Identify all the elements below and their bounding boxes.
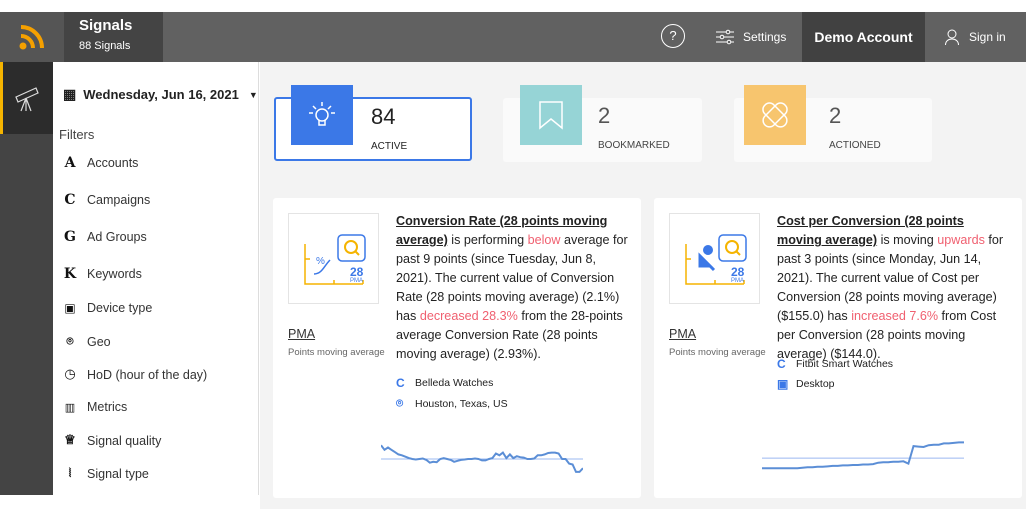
filter-label: Accounts <box>87 156 139 170</box>
svg-text:28: 28 <box>350 265 364 279</box>
campaign-icon: C <box>396 376 405 390</box>
filter-label: Metrics <box>87 400 128 414</box>
stat-actioned[interactable]: 2 Actioned <box>734 85 932 162</box>
app-title: Signals 88 Signals <box>64 12 163 62</box>
bookmarked-label: Bookmarked <box>598 135 670 151</box>
sparkline-series <box>762 441 964 470</box>
keywords-icon: K <box>63 266 77 282</box>
account-button[interactable]: Demo Account <box>802 12 925 62</box>
pma-link[interactable]: PMA <box>669 327 696 341</box>
actioned-label: Actioned <box>829 135 881 151</box>
sparkline-chart <box>762 441 964 470</box>
accounts-icon: A <box>64 155 76 171</box>
signin-button[interactable]: Sign in <box>945 12 1006 62</box>
help-button[interactable]: ? <box>661 24 685 48</box>
rss-icon: ⦚ <box>68 466 72 480</box>
filter-label: Keywords <box>87 267 142 281</box>
filters-heading: Filters <box>59 127 95 142</box>
active-count: 84 <box>371 104 396 129</box>
settings-button[interactable]: Settings <box>716 12 786 62</box>
signal-description: Cost per Conversion (28 points moving av… <box>777 214 1004 361</box>
date-picker[interactable]: ▦ Wednesday, Jun 16, 2021 ▼ <box>63 86 258 103</box>
stat-bookmarked[interactable]: 2 Bookmarked <box>503 85 702 162</box>
filter-device-type[interactable]: ▣ Device type <box>63 301 152 315</box>
title: Signals <box>79 17 133 34</box>
campaigns-icon: C <box>64 192 76 208</box>
lightbulb-icon <box>291 85 353 145</box>
device-icon: ▣ <box>777 377 789 391</box>
nav-rail <box>0 62 53 495</box>
filters-sidebar: ▦ Wednesday, Jun 16, 2021 ▼ Filters A Acc… <box>53 62 259 495</box>
calendar-icon: ▦ <box>63 86 77 102</box>
svg-text:%: % <box>316 256 325 267</box>
ad-groups-icon: G <box>64 229 76 245</box>
filter-label: Device type <box>87 301 153 315</box>
sliders-icon <box>716 29 734 45</box>
svg-text:PMA: PMA <box>731 278 744 284</box>
main-content: 84 Active 2 Bookmarked 2 Actioned % 28 PMA… <box>260 62 1026 509</box>
actioned-count: 2 <box>829 103 842 128</box>
device-tag[interactable]: ▣ Desktop <box>777 377 835 391</box>
filter-label: Signal type <box>87 466 149 481</box>
filter-accounts[interactable]: A Accounts <box>63 155 139 171</box>
pin-icon: ⌾ <box>396 396 404 410</box>
signal-card[interactable]: % 28 PMA PMA Points moving average Convers… <box>273 198 641 498</box>
active-label: Active <box>371 136 408 152</box>
clock-icon: ◷ <box>64 367 76 382</box>
svg-text:PMA: PMA <box>350 278 363 284</box>
filter-campaigns[interactable]: C Campaigns <box>63 192 150 208</box>
filter-label: Geo <box>87 334 111 349</box>
actioned-icon <box>744 85 806 145</box>
rss-logo-icon <box>19 25 44 50</box>
filter-label: Signal quality <box>87 433 162 448</box>
campaign-tag[interactable]: C Fitbit Smart Watches <box>777 357 893 371</box>
signin-label: Sign in <box>969 30 1006 44</box>
device-icon: ▣ <box>64 301 76 315</box>
stat-active[interactable]: 84 Active <box>274 85 472 161</box>
trophy-icon: ♕ <box>64 433 76 448</box>
user-icon <box>945 29 959 45</box>
pma-description: Points moving average <box>288 347 385 358</box>
bookmark-icon <box>520 85 582 145</box>
filter-label: HoD (hour of the day) <box>87 367 208 382</box>
logo[interactable] <box>0 12 64 62</box>
settings-label: Settings <box>743 30 787 44</box>
filter-geo[interactable]: ⌾ Geo <box>63 334 111 349</box>
pma-chart-icon: % 28 PMA <box>288 213 379 304</box>
date-label: Wednesday, Jun 16, 2021 <box>83 87 239 102</box>
pma-description: Points moving average <box>669 347 766 358</box>
pma-link[interactable]: PMA <box>288 327 315 341</box>
filter-ad-groups[interactable]: G Ad Groups <box>63 229 147 245</box>
sparkline-chart <box>381 444 583 473</box>
pma-chart-icon: 28 PMA <box>669 213 760 304</box>
geo-tag[interactable]: ⌾ Houston, Texas, US <box>396 396 508 411</box>
signal-card[interactable]: 28 PMA PMA Points moving average Cost per… <box>654 198 1022 498</box>
signal-description: Conversion Rate (28 points moving averag… <box>396 214 628 361</box>
telescope-icon <box>15 87 39 112</box>
filter-hod[interactable]: ◷ HoD (hour of the day) <box>63 367 207 382</box>
signal-count: 88 Signals <box>79 40 131 52</box>
caret-down-icon: ▼ <box>248 89 258 100</box>
bookmarked-count: 2 <box>598 103 611 128</box>
filter-metrics[interactable]: ▥ Metrics <box>63 400 127 414</box>
campaign-icon: C <box>777 357 786 371</box>
nav-signals[interactable] <box>0 62 53 134</box>
filter-label: Campaigns <box>87 193 151 207</box>
svg-text:28: 28 <box>731 265 745 279</box>
filter-signal-type[interactable]: ⦚ Signal type <box>63 466 149 481</box>
filter-label: Ad Groups <box>87 230 147 244</box>
filter-keywords[interactable]: K Keywords <box>63 266 142 282</box>
campaign-tag[interactable]: C Belleda Watches <box>396 376 493 390</box>
top-bar: Signals 88 Signals ? Settings Demo Accou… <box>0 12 1026 62</box>
pin-icon: ⌾ <box>66 334 74 348</box>
metrics-icon: ▥ <box>64 400 76 414</box>
filter-signal-quality[interactable]: ♕ Signal quality <box>63 433 161 448</box>
